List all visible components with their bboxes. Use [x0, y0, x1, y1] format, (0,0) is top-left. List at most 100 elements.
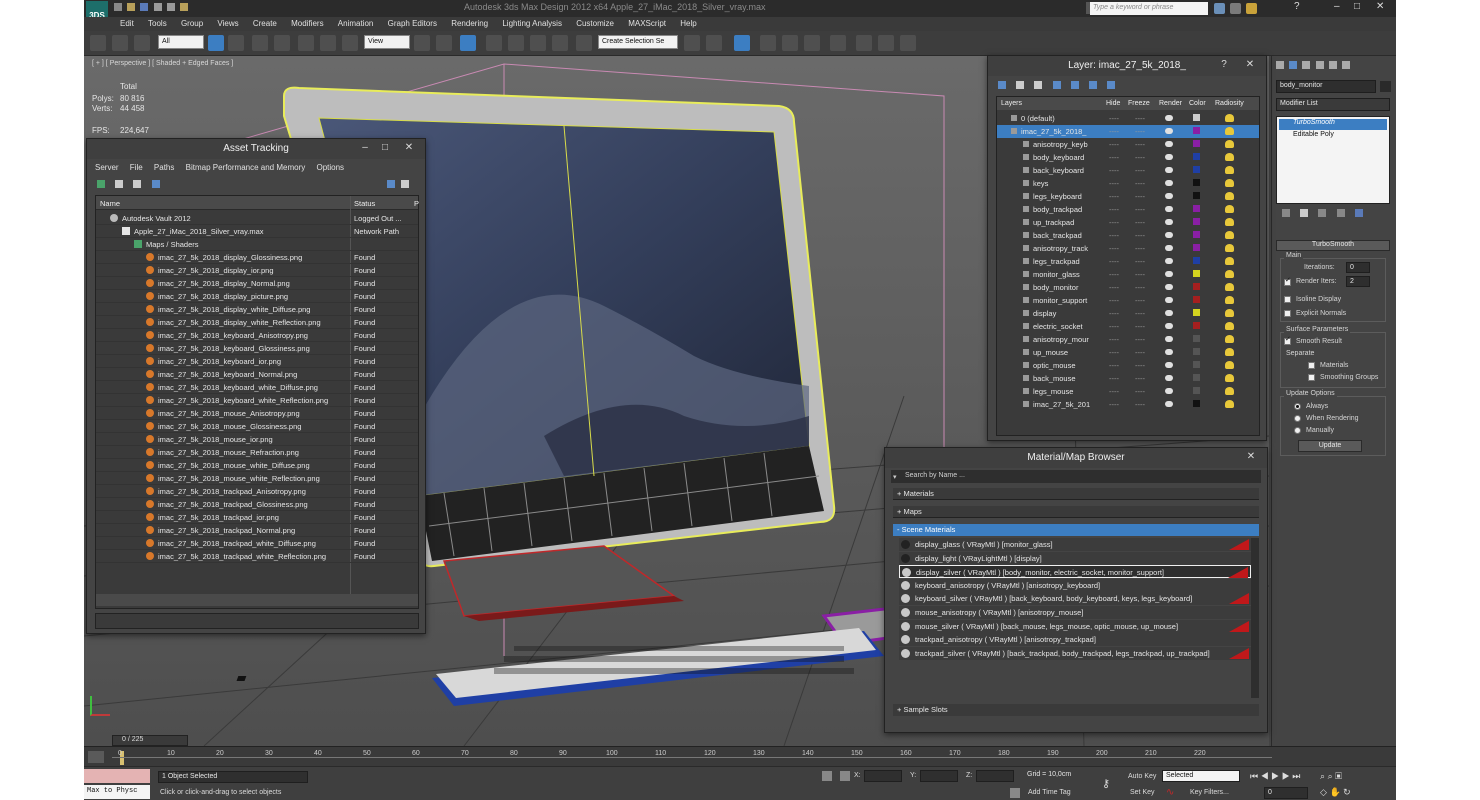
- layer-color-swatch[interactable]: [1193, 335, 1200, 342]
- material-row[interactable]: keyboard_silver ( VRayMtl ) [back_keyboa…: [899, 592, 1251, 606]
- schematic-view-icon[interactable]: [804, 35, 820, 51]
- layer-row[interactable]: keys ---- ----: [997, 177, 1259, 190]
- render-iters-spinner[interactable]: 2: [1346, 276, 1370, 287]
- tree-view-icon[interactable]: [133, 179, 142, 188]
- radiosity-icon[interactable]: [1225, 270, 1234, 278]
- layer-hide-toggle[interactable]: ----: [1109, 192, 1119, 201]
- layer-row[interactable]: body_monitor ---- ----: [997, 281, 1259, 294]
- asset-row[interactable]: imac_27_5k_2018_keyboard_Normal.png Found: [96, 368, 418, 381]
- layer-freeze-toggle[interactable]: ----: [1135, 361, 1145, 370]
- material-row[interactable]: mouse_anisotropy ( VRayMtl ) [anisotropy…: [899, 606, 1251, 619]
- absolute-mode-icon[interactable]: [840, 771, 850, 781]
- add-time-tag-label[interactable]: Add Time Tag: [1028, 789, 1071, 796]
- layer-freeze-toggle[interactable]: ----: [1135, 140, 1145, 149]
- asset-row[interactable]: Apple_27_iMac_2018_Silver_vray.max Networ…: [96, 225, 418, 238]
- column-color[interactable]: Color: [1189, 100, 1206, 107]
- layer-freeze-toggle[interactable]: ----: [1135, 270, 1145, 279]
- render-teapot-icon[interactable]: [1165, 141, 1173, 147]
- render-teapot-icon[interactable]: [1165, 297, 1173, 303]
- layer-color-swatch[interactable]: [1193, 322, 1200, 329]
- iterations-spinner[interactable]: 0: [1346, 262, 1370, 273]
- pan-icon[interactable]: ✋: [1329, 787, 1340, 797]
- separate-smoothing-groups-checkbox[interactable]: [1308, 374, 1315, 381]
- move-icon[interactable]: [298, 35, 314, 51]
- current-frame-field[interactable]: 0: [1264, 787, 1308, 799]
- modifier-stack[interactable]: TurboSmooth Editable Poly: [1276, 116, 1390, 204]
- select-object-icon[interactable]: [208, 35, 224, 51]
- asset-row[interactable]: imac_27_5k_2018_mouse_white_Diffuse.png F…: [96, 459, 418, 472]
- create-layer-icon[interactable]: [998, 80, 1006, 89]
- layer-row[interactable]: electric_socket ---- ----: [997, 320, 1259, 333]
- layer-manager-icon[interactable]: [734, 35, 750, 51]
- angle-snap-icon[interactable]: [508, 35, 524, 51]
- material-search-input[interactable]: Search by Name ...: [891, 470, 1261, 483]
- mirror-icon[interactable]: [684, 35, 700, 51]
- layer-freeze-toggle[interactable]: ----: [1135, 192, 1145, 201]
- column-path[interactable]: P: [414, 199, 419, 208]
- radiosity-icon[interactable]: [1225, 192, 1234, 200]
- pin-stack-icon[interactable]: [1282, 208, 1290, 217]
- selection-filter-select[interactable]: All: [158, 35, 204, 49]
- render-teapot-icon[interactable]: [1165, 375, 1173, 381]
- reference-coordinate-select[interactable]: View: [364, 35, 410, 49]
- curve-editor-icon[interactable]: [782, 35, 798, 51]
- layer-hide-toggle[interactable]: ----: [1109, 348, 1119, 357]
- isoline-display-checkbox[interactable]: [1284, 296, 1291, 303]
- radiosity-icon[interactable]: [1225, 400, 1234, 408]
- material-editor-icon[interactable]: [830, 35, 846, 51]
- subscription-icon[interactable]: [1230, 3, 1241, 14]
- remove-modifier-icon[interactable]: [1336, 208, 1345, 217]
- minimize-icon[interactable]: –: [359, 142, 371, 153]
- layer-freeze-toggle[interactable]: ----: [1135, 114, 1145, 123]
- section-sample-slots[interactable]: + Sample Slots: [893, 704, 1259, 716]
- timeline[interactable]: 0 10 20 30 40 50 60 70 80 90 100 110 120…: [84, 746, 1396, 766]
- layer-color-swatch[interactable]: [1193, 218, 1200, 225]
- project-folder-icon[interactable]: [180, 2, 189, 11]
- rotate-icon[interactable]: [320, 35, 336, 51]
- object-name-field[interactable]: body_monitor: [1276, 80, 1376, 93]
- layer-help-icon[interactable]: ?: [1218, 59, 1230, 70]
- layer-hide-toggle[interactable]: ----: [1109, 179, 1119, 188]
- radiosity-icon[interactable]: [1225, 205, 1234, 213]
- auto-key-button[interactable]: Auto Key: [1128, 773, 1156, 780]
- key-mode-select[interactable]: Selected: [1162, 770, 1240, 782]
- asset-row[interactable]: imac_27_5k_2018_trackpad_Anisotropy.png F…: [96, 485, 418, 498]
- layer-color-swatch[interactable]: [1193, 296, 1200, 303]
- menu-views[interactable]: Views: [217, 19, 238, 28]
- layer-color-swatch[interactable]: [1193, 244, 1200, 251]
- edit-named-selection-icon[interactable]: [576, 35, 592, 51]
- table-view-icon[interactable]: [151, 179, 160, 188]
- menu-maxscript[interactable]: MAXScript: [628, 19, 666, 28]
- layer-row[interactable]: imac_27_5k_201 ---- ----: [997, 398, 1259, 411]
- asset-row[interactable]: imac_27_5k_2018_mouse_ior.png Found: [96, 433, 418, 446]
- hierarchy-tab-icon[interactable]: [1302, 60, 1311, 69]
- turbosmooth-rollout-header[interactable]: TurboSmooth: [1276, 240, 1390, 251]
- radiosity-icon[interactable]: [1225, 231, 1234, 239]
- add-to-layer-icon[interactable]: [1034, 80, 1043, 89]
- radiosity-icon[interactable]: [1225, 166, 1234, 174]
- field-of-view-icon[interactable]: ◇: [1320, 787, 1327, 797]
- layer-row[interactable]: up_mouse ---- ----: [997, 346, 1259, 359]
- help-search-input[interactable]: Type a keyword or phrase: [1090, 2, 1208, 15]
- layer-hide-toggle[interactable]: ----: [1109, 218, 1119, 227]
- layer-hide-toggle[interactable]: ----: [1109, 127, 1119, 136]
- zoom-extents-icon[interactable]: ▣: [1335, 771, 1342, 781]
- layer-freeze-toggle[interactable]: ----: [1135, 179, 1145, 188]
- go-to-start-icon[interactable]: ⏮: [1250, 771, 1258, 781]
- modifier-turbosmooth[interactable]: TurboSmooth: [1279, 119, 1387, 130]
- layer-color-swatch[interactable]: [1193, 153, 1200, 160]
- keyboard-shortcut-override-icon[interactable]: [460, 35, 476, 51]
- help-icon[interactable]: ?: [1294, 1, 1300, 12]
- horizontal-scrollbar[interactable]: [96, 594, 418, 606]
- layer-hide-toggle[interactable]: ----: [1109, 361, 1119, 370]
- layer-freeze-toggle[interactable]: ----: [1135, 283, 1145, 292]
- graphite-modeling-icon[interactable]: [760, 35, 776, 51]
- y-coordinate-field[interactable]: [920, 770, 958, 782]
- section-materials[interactable]: + Materials: [893, 488, 1259, 500]
- asset-path-field[interactable]: [95, 613, 419, 629]
- new-file-icon[interactable]: [114, 2, 122, 11]
- render-teapot-icon[interactable]: [1165, 167, 1173, 173]
- layer-freeze-toggle[interactable]: ----: [1135, 166, 1145, 175]
- layer-hide-toggle[interactable]: ----: [1109, 309, 1119, 318]
- layer-color-swatch[interactable]: [1193, 348, 1200, 355]
